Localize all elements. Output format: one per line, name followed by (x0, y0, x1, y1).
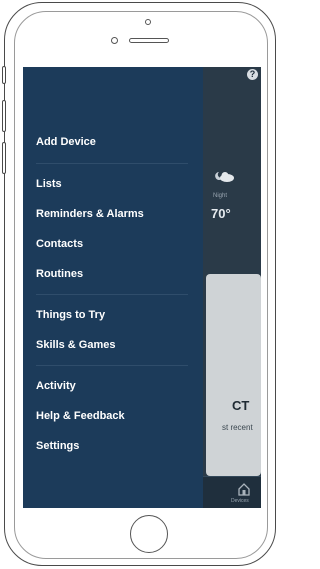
weather-temperature: 70° (211, 206, 231, 221)
menu-item-lists[interactable]: Lists (36, 178, 62, 190)
mute-switch (2, 66, 6, 84)
front-camera (145, 19, 151, 25)
menu-item-contacts[interactable]: Contacts (36, 238, 83, 250)
menu-item-activity[interactable]: Activity (36, 380, 76, 392)
bottom-nav: Devices (203, 476, 261, 508)
menu-divider (36, 365, 188, 366)
weather-label: Night (213, 193, 228, 199)
menu-item-things-to-try[interactable]: Things to Try (36, 309, 105, 321)
volume-up-button (2, 100, 6, 132)
card-subtitle: st recent (222, 423, 253, 432)
card-title: CT (232, 398, 250, 413)
menu-item-reminders-alarms[interactable]: Reminders & Alarms (36, 208, 144, 220)
home-button[interactable] (130, 515, 168, 553)
menu-item-skills-games[interactable]: Skills & Games (36, 339, 116, 351)
menu-divider (36, 294, 188, 295)
menu-item-routines[interactable]: Routines (36, 268, 83, 280)
partly-cloudy-night-icon (215, 172, 234, 182)
devices-label: Devices (231, 498, 249, 504)
menu-item-add-device[interactable]: Add Device (36, 136, 96, 148)
app-screen: ? Night 70° CT st recent Devices Add Dev… (23, 67, 261, 508)
menu-divider (36, 163, 188, 164)
activity-card[interactable]: CT st recent (206, 274, 261, 476)
volume-down-button (2, 142, 6, 174)
earpiece-speaker (129, 38, 169, 43)
menu-item-help-feedback[interactable]: Help & Feedback (36, 410, 125, 422)
help-icon[interactable]: ? (247, 69, 258, 80)
sensor-dot (111, 37, 118, 44)
menu-item-settings[interactable]: Settings (36, 440, 79, 452)
navigation-drawer: Add Device Lists Reminders & Alarms Cont… (23, 67, 203, 508)
home-icon[interactable] (237, 482, 251, 496)
